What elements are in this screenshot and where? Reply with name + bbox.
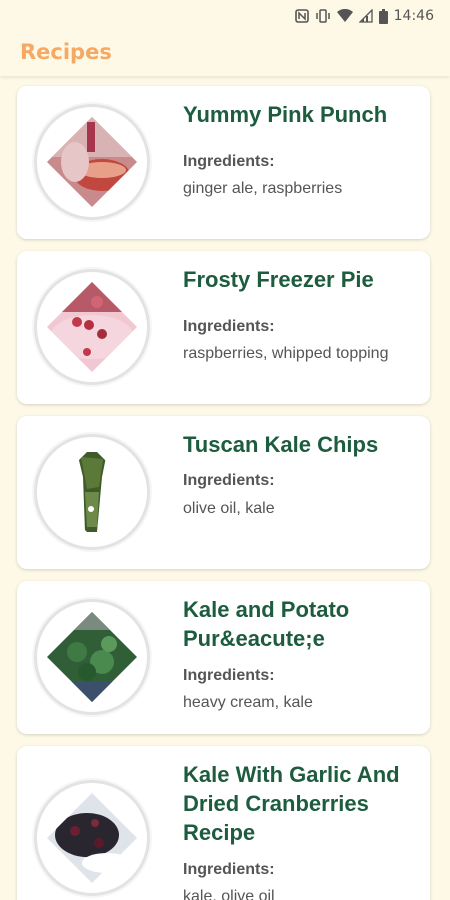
recipe-title: Kale and Potato Pur&eacute;e (183, 597, 350, 651)
pink-punch-photo (47, 117, 137, 207)
recipe-title: Tuscan Kale Chips (183, 432, 379, 457)
ingredients-value: raspberries, whipped topping (183, 345, 389, 362)
recipe-image (34, 780, 150, 896)
freezer-pie-photo (47, 282, 137, 372)
kale-puree-photo (47, 612, 137, 702)
recipe-card[interactable]: Frosty Freezer Pie Ingredients: raspberr… (17, 251, 430, 404)
recipe-card[interactable]: Tuscan Kale Chips Ingredients: olive oil… (17, 416, 430, 569)
recipe-title: Frosty Freezer Pie (183, 267, 374, 292)
wifi-icon (336, 9, 353, 23)
recipe-image (34, 599, 150, 715)
kale-chips-photo (47, 447, 137, 537)
recipe-title: Yummy Pink Punch (183, 102, 388, 127)
battery-icon (378, 8, 388, 24)
ingredients-label: Ingredients: (183, 667, 275, 684)
ingredients-value: kale, olive oil (183, 888, 275, 900)
page-title: Recipes (20, 40, 112, 64)
ingredients-label: Ingredients: (183, 318, 275, 335)
ingredients-value: olive oil, kale (183, 500, 275, 517)
signal-icon (358, 9, 373, 23)
recipe-image (34, 434, 150, 550)
ingredients-label: Ingredients: (183, 472, 275, 489)
recipe-image (34, 104, 150, 220)
app-bar: Recipes (0, 32, 450, 76)
recipe-title: Kale With Garlic And Dried Cranberries R… (183, 762, 400, 845)
recipe-image (34, 269, 150, 385)
recipe-card[interactable]: Kale With Garlic And Dried Cranberries R… (17, 746, 430, 900)
ingredients-label: Ingredients: (183, 153, 275, 170)
recipe-card[interactable]: Kale and Potato Pur&eacute;e Ingredients… (17, 581, 430, 734)
recipe-list[interactable]: Yummy Pink Punch Ingredients: ginger ale… (0, 76, 450, 900)
ingredients-value: heavy cream, kale (183, 694, 313, 711)
status-bar: 14:46 (0, 0, 450, 32)
status-time: 14:46 (393, 8, 434, 24)
ingredients-value: ginger ale, raspberries (183, 180, 343, 197)
kale-cranberries-photo (47, 793, 137, 883)
ingredients-label: Ingredients: (183, 861, 275, 878)
recipe-card[interactable]: Yummy Pink Punch Ingredients: ginger ale… (17, 86, 430, 239)
vibrate-icon (315, 9, 331, 23)
nfc-icon (294, 9, 309, 23)
